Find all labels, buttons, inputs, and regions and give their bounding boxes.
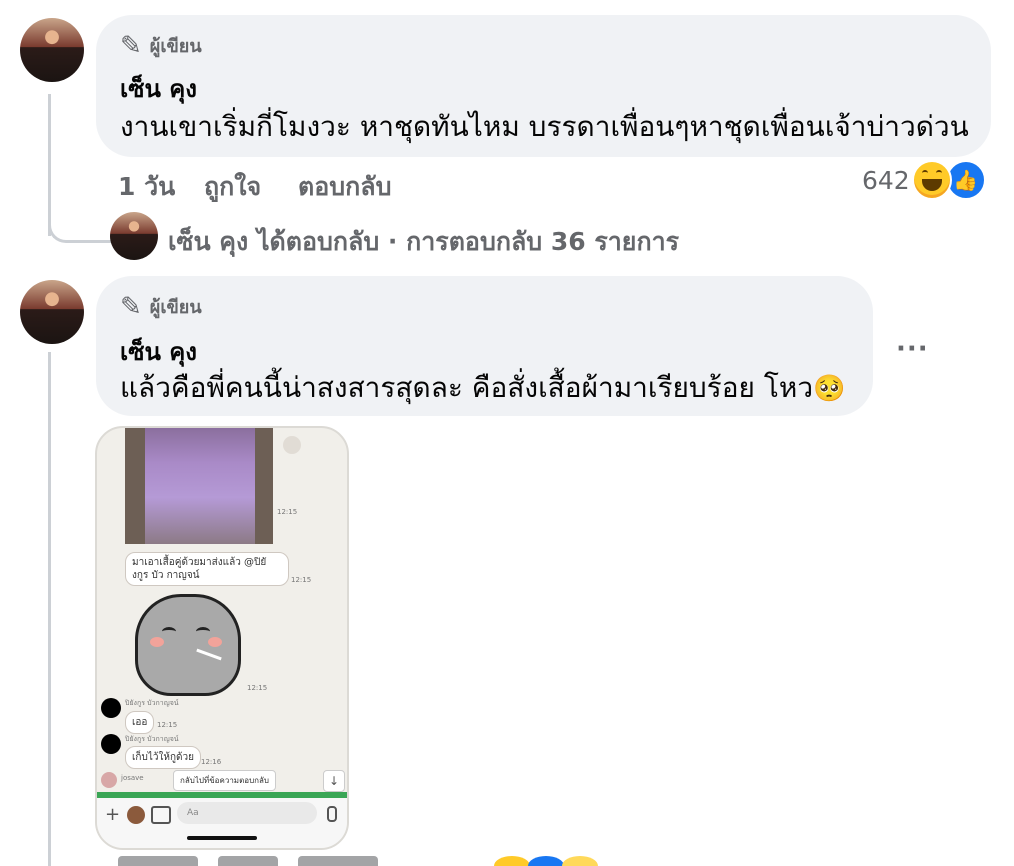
reply-button[interactable]: ตอบกลับ	[298, 167, 391, 207]
thread-line-2	[48, 352, 51, 866]
view-replies-link[interactable]: เซ็น คุง ได้ตอบกลับ · การตอบกลับ 36 รายก…	[168, 222, 679, 262]
chat-sender: josave	[121, 774, 144, 782]
chat-message: เก็บไว้ให้กูด้วย	[125, 746, 201, 769]
comment-text: งานเขาเริ่มกี่โมงวะ หาชุดทันไหม บรรดาเพื…	[120, 110, 969, 143]
chat-avatar	[101, 772, 117, 788]
author-badge: ✎ ผู้เขียน	[120, 31, 202, 60]
like-button[interactable]: ถูกใจ	[204, 167, 261, 207]
sticker-icon	[127, 806, 145, 824]
reaction-summary[interactable]: 642 👍	[862, 160, 986, 200]
sticker	[135, 594, 241, 696]
chat-sender: ปิยังกูร บัวกาญจน์	[125, 735, 179, 743]
avatar[interactable]	[20, 18, 84, 82]
chat-photo	[125, 428, 273, 544]
chat-input-placeholder: Aa	[187, 808, 199, 818]
author-badge-label: ผู้เขียน	[149, 297, 202, 318]
image-icon	[151, 806, 171, 824]
comment-bubble: ✎ ผู้เขียน เซ็น คุง แล้วคือพี่คนนี้น่าสง…	[96, 276, 873, 416]
thread-connector	[48, 200, 111, 243]
pleading-emoji: 🥺	[813, 374, 846, 404]
comment-author[interactable]: เซ็น คุง	[120, 69, 197, 108]
share-icon	[283, 436, 301, 454]
chat-input: Aa	[177, 802, 317, 824]
more-options-button[interactable]: ···	[896, 334, 929, 364]
scroll-down-icon: ↓	[323, 770, 345, 792]
haha-reaction-icon	[911, 160, 952, 200]
jump-label: กลับไปที่ข้อความตอบกลับ	[180, 776, 269, 785]
author-badge-label: ผู้เขียน	[149, 36, 202, 57]
author-badge: ✎ ผู้เขียน	[120, 292, 202, 321]
chat-avatar	[101, 698, 121, 718]
reply-avatar[interactable]	[110, 212, 158, 260]
chat-time: 12:15	[247, 684, 268, 692]
jump-to-reply-button: กลับไปที่ข้อความตอบกลับ	[173, 770, 276, 791]
like-reaction-icon: 👍	[945, 160, 986, 200]
chat-time: 12:15	[157, 721, 178, 729]
chat-sender: ปิยังกูร บัวกาญจน์	[125, 699, 179, 707]
attached-image[interactable]: 12:15 มาเอาเสื้อคู่ด้วยมาส่งแล้ว @ปิยังก…	[95, 426, 349, 850]
comment-time[interactable]: 1 วัน	[118, 167, 175, 207]
comment-bubble: ✎ ผู้เขียน เซ็น คุง งานเขาเริ่มกี่โมงวะ …	[96, 15, 991, 157]
chat-input-bar: + Aa	[97, 798, 347, 848]
reaction-count: 642	[862, 165, 910, 195]
mic-icon	[327, 806, 337, 822]
avatar[interactable]	[20, 280, 84, 344]
plus-icon: +	[105, 804, 121, 825]
pen-icon: ✎	[120, 291, 142, 322]
chat-avatar	[101, 734, 121, 754]
next-row-fragment	[118, 856, 598, 866]
chat-message: เออ	[125, 711, 155, 734]
chat-time: 12:15	[277, 508, 298, 516]
comment-text-body: แล้วคือพี่คนนี้น่าสงสารสุดละ คือสั่งเสื้…	[120, 371, 814, 404]
pen-icon: ✎	[120, 30, 142, 61]
chat-time: 12:15	[291, 576, 312, 584]
home-indicator	[187, 836, 257, 840]
chat-time: 12:16	[201, 758, 222, 766]
comment-text: แล้วคือพี่คนนี้น่าสงสารสุดละ คือสั่งเสื้…	[120, 366, 845, 410]
chat-message: มาเอาเสื้อคู่ด้วยมาส่งแล้ว @ปิยังกูร บัว…	[125, 552, 289, 586]
